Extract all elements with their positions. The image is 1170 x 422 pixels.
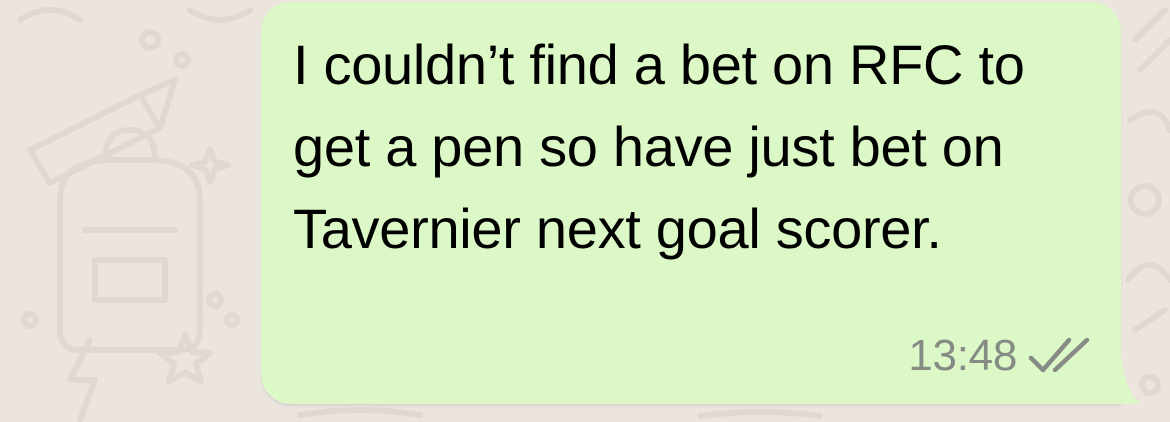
message-meta: 13:48 xyxy=(908,330,1093,382)
outgoing-message-bubble[interactable]: I couldn’t find a bet on RFC to get a pe… xyxy=(261,2,1121,404)
message-text: I couldn’t find a bet on RFC to get a pe… xyxy=(293,33,1025,260)
message-timestamp: 13:48 xyxy=(908,331,1017,380)
bubble-tail xyxy=(1110,356,1140,404)
double-check-icon xyxy=(1028,337,1090,373)
